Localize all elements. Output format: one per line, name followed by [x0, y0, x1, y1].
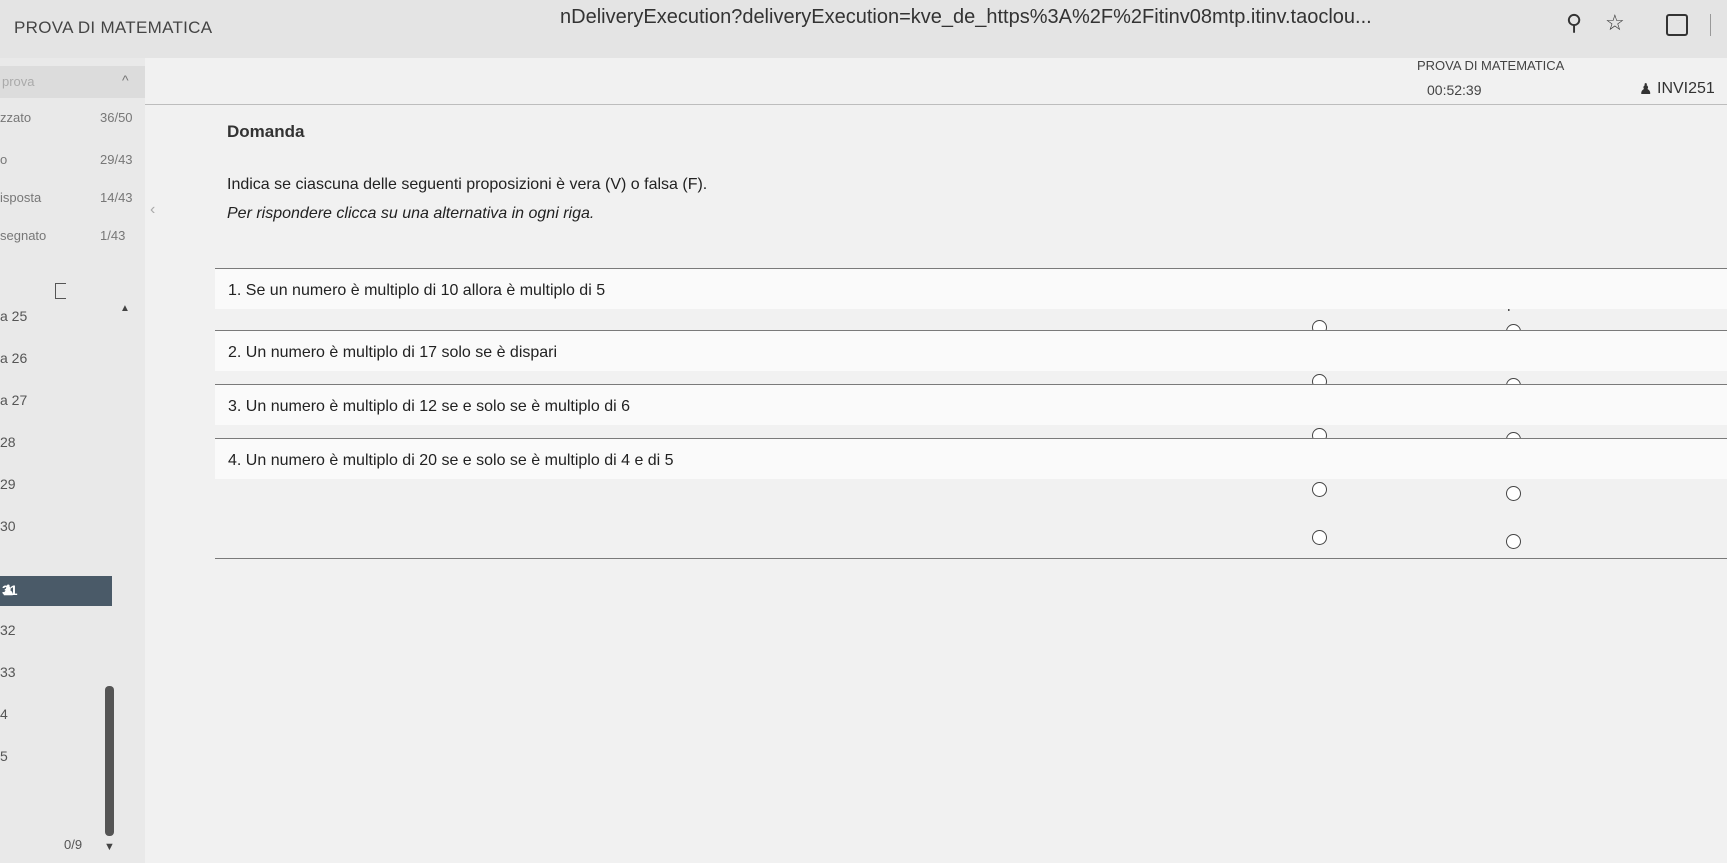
scroll-down-icon[interactable]: ▼: [104, 841, 115, 853]
question-number[interactable]: a 27: [0, 392, 27, 408]
question-instruction: Indica se ciascuna delle seguenti propos…: [227, 176, 708, 193]
question-title: Domanda: [227, 122, 305, 141]
question-number[interactable]: 29: [0, 476, 16, 492]
search-icon[interactable]: ⚲: [1566, 10, 1582, 36]
question-number[interactable]: 5: [0, 748, 8, 764]
address-bar[interactable]: nDeliveryExecution?deliveryExecution=kve…: [560, 6, 1580, 29]
test-title: PROVA DI MATEMATICA: [1417, 58, 1565, 73]
table-row: 1. Se un numero è multiplo di 10 allora …: [215, 268, 1727, 309]
chevron-up-icon[interactable]: ^: [122, 72, 129, 88]
table-row: 3. Un numero è multiplo di 12 se e solo …: [215, 384, 1727, 425]
flag-icon[interactable]: [55, 283, 66, 299]
tab-title[interactable]: PROVA DI MATEMATICA: [14, 18, 212, 38]
person-icon: ♟: [2, 582, 15, 598]
statement-text: 1. Se un numero è multiplo di 10 allora …: [228, 282, 606, 299]
question-sidebar: prova ^ zzato 36/50 o 29/43 isposta 14/4…: [0, 58, 145, 863]
star-icon[interactable]: ☆: [1605, 10, 1625, 36]
user-code: INVI251: [1657, 80, 1715, 97]
stat-label: o: [0, 152, 8, 167]
radio-false-5[interactable]: [1506, 534, 1521, 549]
timer: 00:52:39: [1427, 82, 1482, 98]
stat-label: zzato: [0, 110, 32, 125]
browser-toolbar: PROVA DI MATEMATICA nDeliveryExecution?d…: [0, 0, 1727, 59]
stat-value: 36/50: [100, 110, 133, 125]
current-question[interactable]: 31 ♟: [0, 576, 112, 606]
stat-label: segnato: [0, 228, 47, 243]
sidebar-scrollbar[interactable]: [105, 686, 114, 836]
user-icon: ♟: [1639, 81, 1653, 98]
sidebar-header-label: prova: [2, 74, 35, 89]
question-number[interactable]: 32: [0, 622, 16, 638]
stat-value: 1/43: [100, 228, 126, 243]
chevron-left-icon[interactable]: ‹: [150, 201, 155, 219]
stat-value: 14/43: [100, 190, 133, 205]
true-false-table: V F 1. Se un numero è multiplo di 10 all…: [215, 268, 1727, 568]
statement-text: 4. Un numero è multiplo di 20 se e solo …: [228, 452, 674, 469]
question-number[interactable]: 33: [0, 664, 16, 680]
question-number[interactable]: 4: [0, 706, 8, 722]
flag-count: 0/9: [64, 837, 83, 852]
stat-label: isposta: [0, 190, 42, 205]
question-number[interactable]: 28: [0, 434, 16, 450]
toolbar-divider: [1710, 14, 1711, 36]
statement-text: 3. Un numero è multiplo di 12 se e solo …: [228, 398, 630, 415]
question-hint: Per rispondere clicca su una alternativa…: [227, 205, 595, 222]
statement-text: 2. Un numero è multiplo di 17 solo se è …: [228, 344, 558, 361]
question-number[interactable]: a 26: [0, 350, 27, 366]
question-panel: ‹ PROVA DI MATEMATICA 00:52:39 ♟ INVI251…: [145, 58, 1727, 863]
table-row: 2. Un numero è multiplo di 17 solo se è …: [215, 330, 1727, 371]
radio-true-5[interactable]: [1312, 530, 1327, 545]
question-number[interactable]: a 25: [0, 308, 27, 324]
extension-icon[interactable]: [1666, 14, 1688, 36]
radio-true-4[interactable]: [1312, 482, 1327, 497]
header-divider: [145, 104, 1727, 105]
table-bottom-border: [215, 558, 1727, 559]
stat-value: 29/43: [100, 152, 133, 167]
sidebar-section-header[interactable]: prova ^: [0, 66, 145, 98]
question-number[interactable]: 30: [0, 518, 16, 534]
scroll-up-icon[interactable]: ▲: [120, 303, 130, 314]
table-row: 4. Un numero è multiplo di 20 se e solo …: [215, 438, 1727, 479]
radio-false-4[interactable]: [1506, 486, 1521, 501]
